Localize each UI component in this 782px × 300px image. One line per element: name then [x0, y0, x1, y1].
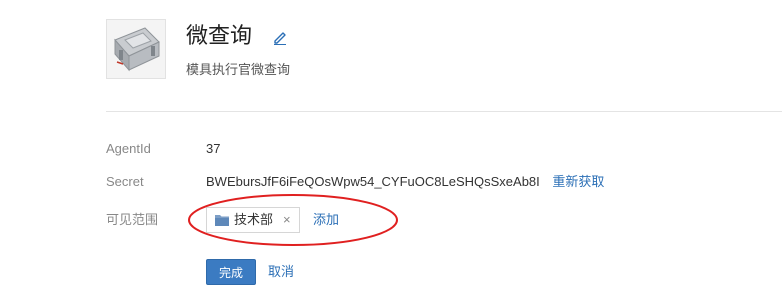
- folder-icon: [215, 214, 229, 226]
- app-detail-page: 微查询 模具执行官微查询 AgentId 37 Secret BWEbursJf…: [0, 0, 782, 300]
- app-description: 模具执行官微查询: [186, 62, 291, 77]
- secret-text: BWEbursJfF6iFeQOsWpw54_CYFuOC8LeSHQsSxeA…: [206, 174, 540, 189]
- secret-label: Secret: [106, 174, 144, 189]
- close-icon[interactable]: ×: [283, 208, 291, 232]
- app-title: 微查询: [186, 23, 253, 48]
- add-scope-link[interactable]: 添加: [313, 210, 339, 230]
- cancel-button[interactable]: 取消: [268, 262, 294, 282]
- secret-value: BWEbursJfF6iFeQOsWpw54_CYFuOC8LeSHQsSxeA…: [206, 172, 604, 192]
- scope-tag: 技术部 ×: [206, 207, 300, 233]
- pencil-icon[interactable]: [272, 29, 288, 45]
- done-button[interactable]: 完成: [206, 259, 256, 285]
- app-logo: [106, 19, 166, 79]
- scope-label: 可见范围: [106, 212, 159, 227]
- scope-tag-name: 技术部: [234, 212, 274, 227]
- agent-id-value: 37: [206, 141, 221, 156]
- agent-id-label: AgentId: [106, 141, 151, 156]
- app-header: 微查询 模具执行官微查询: [106, 19, 782, 112]
- mold-logo-icon: [107, 20, 165, 78]
- refresh-secret-link[interactable]: 重新获取: [552, 174, 604, 189]
